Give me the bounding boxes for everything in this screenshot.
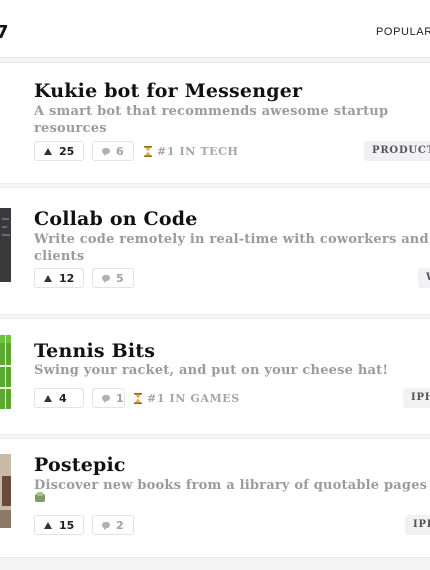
post-tagline: Discover new books from a library of quo… <box>34 478 428 493</box>
comment-count: 5 <box>116 271 124 285</box>
sort-popular-link[interactable]: POPULAR <box>376 26 430 38</box>
post-tagline: A smart bot that recommends awesome star… <box>34 104 389 136</box>
upvote-count: 4 <box>59 391 67 405</box>
comment-bubble-icon <box>102 275 110 283</box>
upvote-arrow-icon <box>44 394 52 402</box>
comment-count: 6 <box>116 144 124 158</box>
post-title[interactable]: Kukie bot for Messenger <box>34 80 302 102</box>
comments-button[interactable]: 6 <box>92 141 134 161</box>
topic-tag[interactable]: IPH <box>405 515 430 535</box>
comments-button[interactable]: 1 <box>92 388 125 408</box>
rank-label: #1 IN TECH <box>157 145 239 158</box>
top-bar: 7 POPULAR <box>0 0 430 58</box>
topic-tag[interactable]: IPH <box>403 388 430 408</box>
comment-count: 2 <box>116 518 124 532</box>
topic-tag[interactable]: W <box>418 268 430 288</box>
product-thumbnail[interactable] <box>0 335 11 409</box>
upvote-arrow-icon <box>44 521 52 529</box>
upvote-count: 15 <box>59 518 75 532</box>
post-tagline: Write code remotely in real-time with co… <box>34 232 429 264</box>
post-title[interactable]: Postepic <box>34 454 126 476</box>
comments-button[interactable]: 5 <box>92 268 134 288</box>
product-thumbnail[interactable] <box>0 208 11 282</box>
upvote-count: 25 <box>59 144 75 158</box>
upvote-arrow-icon <box>44 147 52 155</box>
sticker-icon <box>35 492 45 502</box>
upvote-button[interactable]: 15 <box>34 515 84 535</box>
post-card[interactable]: Kukie bot for Messenger A smart bot that… <box>0 62 430 184</box>
upvote-count: 12 <box>59 271 75 285</box>
post-card[interactable]: Collab on Code Write code remotely in re… <box>0 187 430 315</box>
post-card[interactable]: Tennis Bits Swing your racket, and put o… <box>0 318 430 435</box>
post-title[interactable]: Tennis Bits <box>34 340 155 362</box>
rank-label: #1 IN GAMES <box>147 392 240 405</box>
upvote-button[interactable]: 25 <box>34 141 84 161</box>
hourglass-icon <box>144 146 152 157</box>
comment-bubble-icon <box>102 148 110 156</box>
topic-tag[interactable]: PRODUCTIV <box>364 141 430 161</box>
upvote-button[interactable]: 4 <box>34 388 84 408</box>
hourglass-icon <box>134 393 142 404</box>
rank-badge: #1 IN GAMES <box>134 392 240 405</box>
brand-logo[interactable]: 7 <box>0 22 9 43</box>
post-card[interactable]: Postepic Discover new books from a libra… <box>0 438 430 558</box>
comments-button[interactable]: 2 <box>92 515 134 535</box>
product-thumbnail[interactable] <box>0 454 11 528</box>
post-title[interactable]: Collab on Code <box>34 208 198 230</box>
rank-badge: #1 IN TECH <box>144 145 238 158</box>
post-tagline: Swing your racket, and put on your chees… <box>34 363 389 378</box>
upvote-arrow-icon <box>44 274 52 282</box>
comment-bubble-icon <box>102 395 110 403</box>
comment-bubble-icon <box>102 522 110 530</box>
upvote-button[interactable]: 12 <box>34 268 84 288</box>
comment-count: 1 <box>116 391 124 405</box>
